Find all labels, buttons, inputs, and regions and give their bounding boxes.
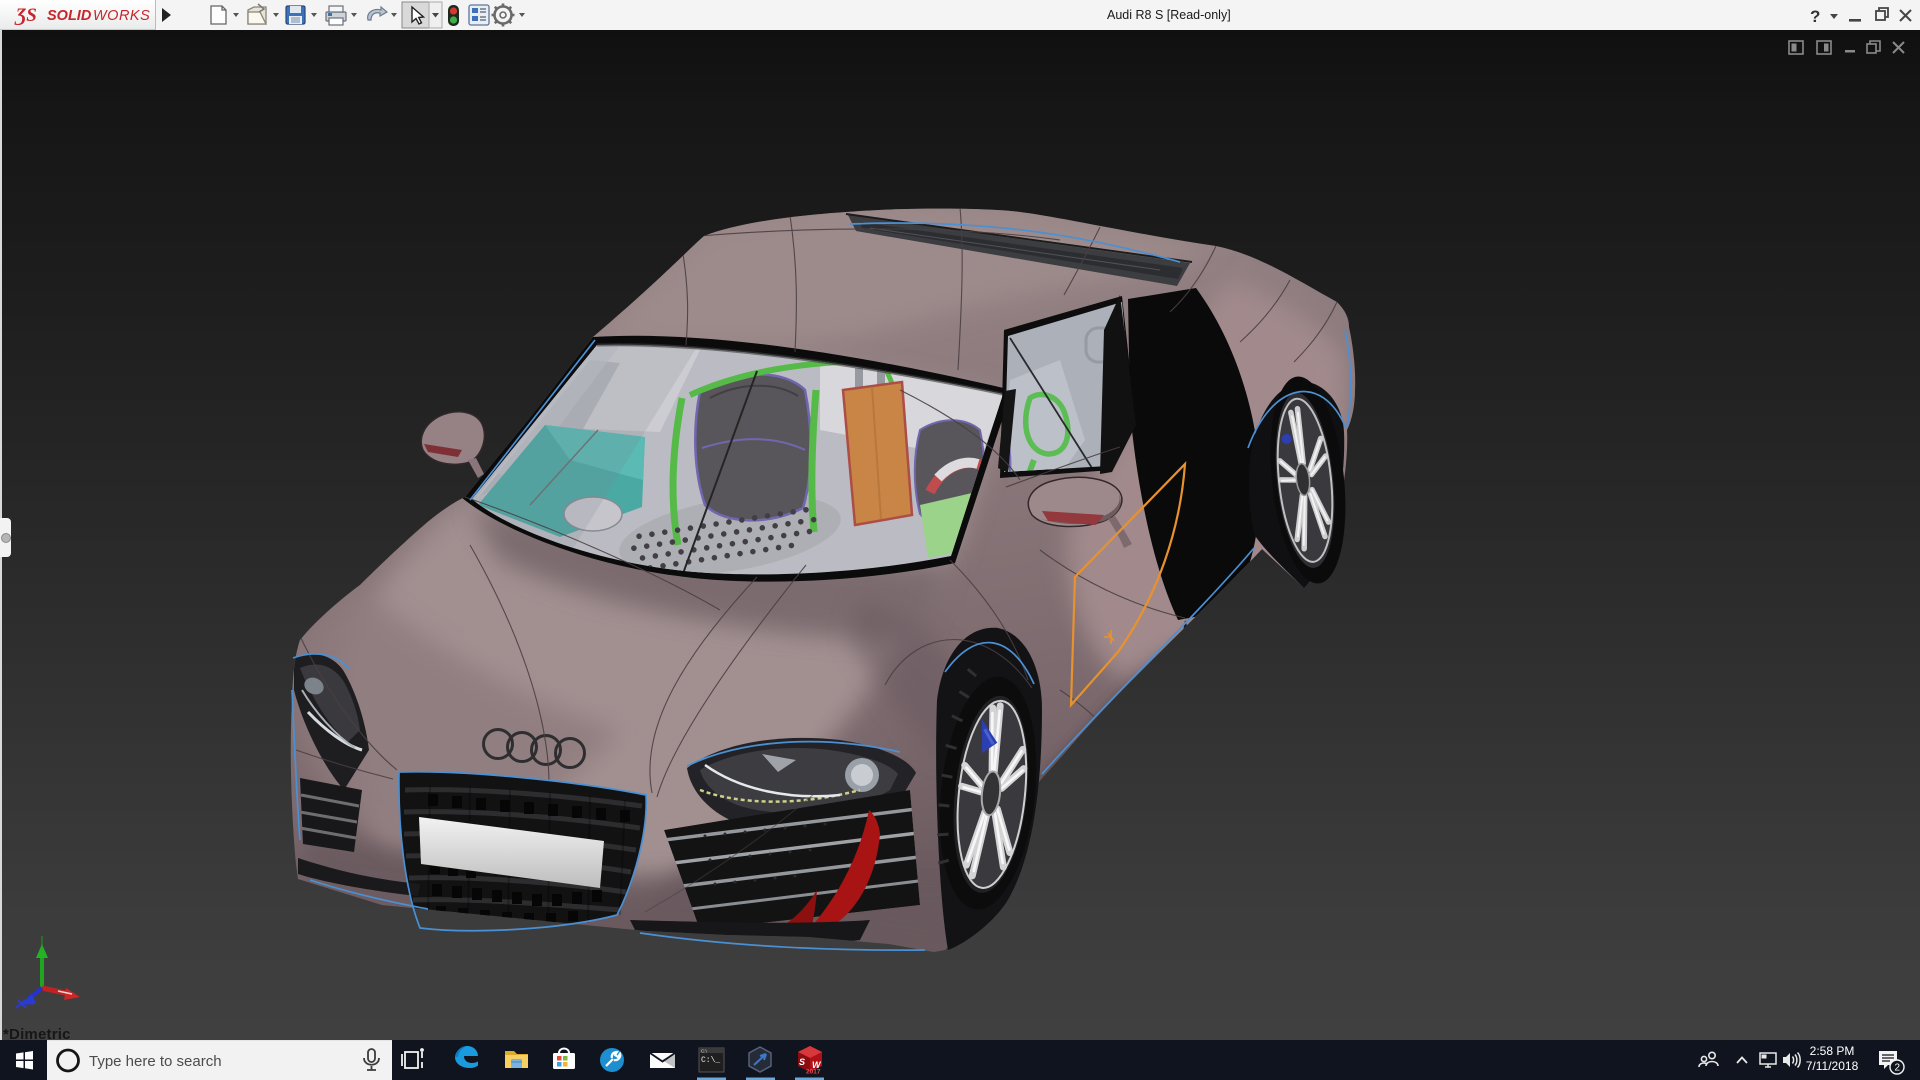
svg-text:SOLID: SOLID xyxy=(47,8,92,24)
svg-text:2017: 2017 xyxy=(806,1069,821,1076)
svg-text:2: 2 xyxy=(1895,1063,1901,1074)
svg-text:WORKS: WORKS xyxy=(93,8,150,24)
svg-text:S: S xyxy=(799,1057,805,1067)
svg-text:ƷS: ƷS xyxy=(14,5,37,26)
svg-text:C:\: C:\ xyxy=(701,1049,708,1054)
svg-text:C:\_: C:\_ xyxy=(701,1056,720,1065)
svg-text:?: ? xyxy=(1810,7,1820,26)
